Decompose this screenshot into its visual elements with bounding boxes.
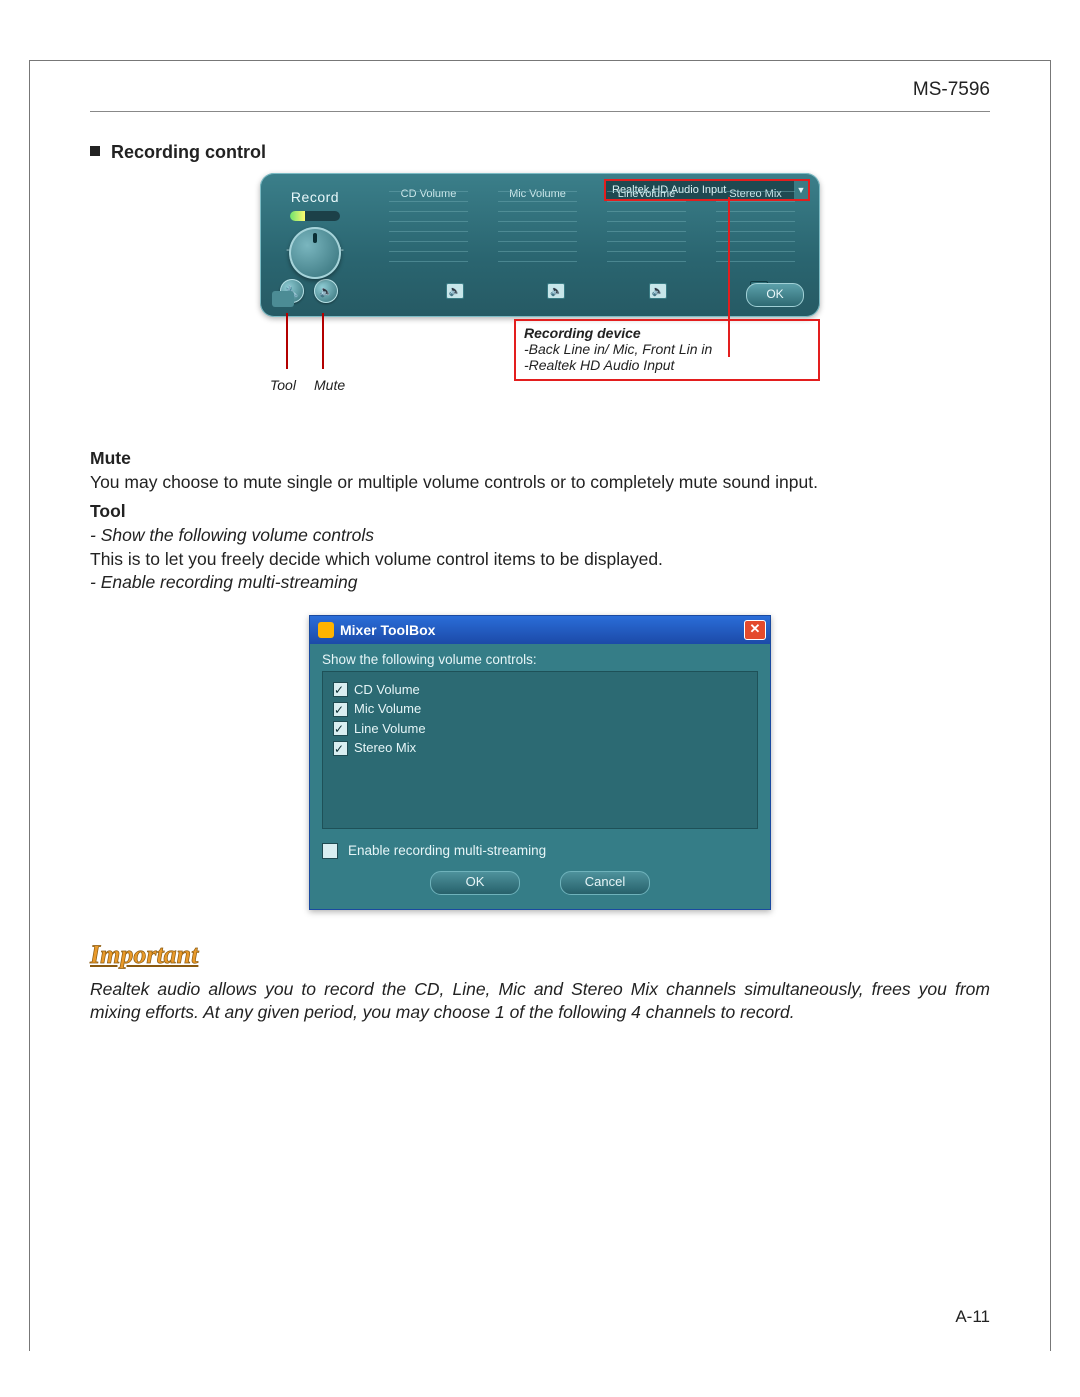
volume-controls-list: CD Volume Mic Volume Line Volume Stereo … [322, 671, 758, 829]
mixer-title-text: Mixer ToolBox [340, 622, 435, 638]
mute-button[interactable]: 🔈 [314, 279, 338, 303]
mute-cd[interactable]: 🔈 [446, 283, 464, 299]
tool-item-2: - Enable recording multi-streaming [90, 571, 990, 595]
callout-lines [286, 313, 346, 373]
checkbox-cd[interactable] [333, 682, 348, 697]
mute-paragraph: You may choose to mute single or multipl… [90, 471, 990, 495]
mixer-ok-button[interactable]: OK [430, 871, 520, 895]
chk-label: CD Volume [354, 680, 420, 700]
figure-callouts: Tool Mute Recording device -Back Line in… [260, 337, 820, 407]
important-label: Important [90, 940, 990, 970]
mixer-toolbox-window: Mixer ToolBox ✕ Show the following volum… [309, 615, 771, 910]
enable-multistream-row: Enable recording multi-streaming [322, 843, 758, 859]
mixer-buttons: OK Cancel [322, 871, 758, 895]
mixer-cancel-button[interactable]: Cancel [560, 871, 650, 895]
close-button[interactable]: ✕ [744, 620, 766, 640]
model-number: MS-7596 [913, 79, 990, 100]
tool-heading: Tool [90, 500, 990, 524]
section-title-text: Recording control [111, 142, 266, 162]
mixer-body: Show the following volume controls: CD V… [310, 644, 770, 909]
mixer-app-icon [318, 622, 334, 638]
body-content: Mute You may choose to mute single or mu… [90, 447, 990, 595]
document-page: MS-7596 Recording control Realtek HD Aud… [29, 60, 1051, 1351]
chk-label: Stereo Mix [354, 738, 416, 758]
recording-device-callout: Recording device -Back Line in/ Mic, Fro… [514, 319, 820, 381]
chk-label: Line Volume [354, 719, 426, 739]
checkbox-stereo[interactable] [333, 741, 348, 756]
level-meter [290, 211, 340, 221]
tool-callout-label: Tool [270, 377, 296, 393]
list-item: CD Volume [333, 680, 747, 700]
checkbox-mic[interactable] [333, 702, 348, 717]
page-number: A-11 [955, 1307, 990, 1327]
recording-panel-figure: Realtek HD Audio Input ▼ Record CD Volum… [260, 173, 820, 317]
list-item: Stereo Mix [333, 738, 747, 758]
volume-knob[interactable] [289, 227, 341, 279]
mute-line[interactable]: 🔈 [649, 283, 667, 299]
important-text: Realtek audio allows you to record the C… [90, 978, 990, 1025]
tool-item-1-desc: This is to let you freely decide which v… [90, 548, 990, 572]
list-item: Mic Volume [333, 699, 747, 719]
mute-mic[interactable]: 🔈 [547, 283, 565, 299]
device-callout-line2: -Realtek HD Audio Input [524, 357, 810, 373]
bullet-icon [90, 146, 100, 156]
ok-button[interactable]: OK [746, 283, 804, 307]
tool-item-1: - Show the following volume controls [90, 524, 990, 548]
mute-callout-label: Mute [314, 377, 345, 393]
checkbox-enable-multistream[interactable] [322, 843, 338, 859]
device-callout-line1: -Back Line in/ Mic, Front Lin in [524, 341, 810, 357]
chk-label: Mic Volume [354, 699, 421, 719]
enable-label: Enable recording multi-streaming [348, 843, 546, 858]
list-item: Line Volume [333, 719, 747, 739]
section-title: Recording control [90, 142, 990, 163]
settings-icon[interactable] [272, 291, 294, 307]
checkbox-line[interactable] [333, 721, 348, 736]
recording-panel: Realtek HD Audio Input ▼ Record CD Volum… [260, 173, 820, 317]
mixer-subtitle: Show the following volume controls: [322, 652, 758, 667]
mixer-titlebar: Mixer ToolBox ✕ [310, 616, 770, 644]
header-rule [90, 111, 990, 112]
record-label: Record [270, 183, 360, 205]
device-callout-head: Recording device [524, 325, 810, 341]
mute-heading: Mute [90, 447, 990, 471]
page-header: MS-7596 [90, 61, 990, 107]
